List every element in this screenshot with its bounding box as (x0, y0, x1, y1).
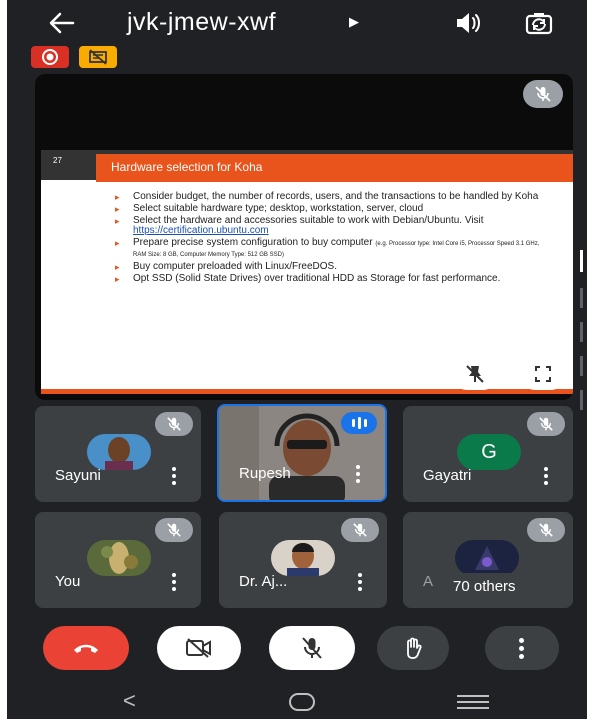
participant-tile-others[interactable]: A 70 others (403, 512, 573, 608)
slide-bullet: Prepare precise system configuration to … (113, 238, 553, 260)
presentation-tile[interactable]: 27 Hardware selection for Koha Consider … (35, 74, 573, 400)
meet-screen: jvk-jmew-xwf ▶ 27 Hardware selection for… (7, 0, 587, 719)
participant-name: Rupesh (239, 465, 291, 482)
camera-flip-icon[interactable] (523, 9, 555, 37)
no-capture-icon (79, 46, 117, 68)
participant-tile-gayatri[interactable]: G Gayatri (403, 406, 573, 502)
slide-title: Hardware selection for Koha (111, 160, 263, 174)
participant-name: Sayuni (55, 467, 101, 484)
mic-off-icon (341, 518, 379, 542)
mic-toggle-button[interactable] (269, 626, 355, 670)
participant-tile-dr-aj[interactable]: Dr. Aj... (219, 512, 387, 608)
slide-bullet: Select suitable hardware type; desktop, … (113, 204, 553, 215)
system-nav-bar: < (7, 686, 587, 719)
meeting-code-title[interactable]: jvk-jmew-xwf (127, 8, 276, 37)
video-off-icon (186, 638, 211, 658)
slide-bullet: Buy computer preloaded with Linux/FreeDO… (113, 262, 553, 273)
fullscreen-button[interactable] (519, 358, 567, 390)
more-vert-icon (519, 637, 525, 659)
slide-bullet: Opt SSD (Solid State Drives) over tradit… (113, 274, 553, 285)
unpin-button[interactable] (451, 358, 499, 390)
unpin-icon (466, 365, 484, 383)
avatar (271, 540, 335, 576)
participant-name: Gayatri (423, 467, 472, 484)
top-bar: jvk-jmew-xwf ▶ (7, 0, 587, 44)
participant-name-prefix: A (423, 573, 434, 590)
more-options-button[interactable] (485, 626, 559, 670)
mic-off-icon (155, 412, 193, 436)
mic-off-icon (527, 412, 565, 436)
more-vert-icon[interactable] (171, 573, 177, 591)
slide-footer-bar (41, 389, 573, 394)
hand-icon (407, 637, 422, 659)
record-icon (31, 46, 69, 68)
slide-bullet: Select the hardware and accessories suit… (113, 216, 553, 236)
raise-hand-button[interactable] (377, 626, 449, 670)
more-vert-icon[interactable] (171, 467, 177, 485)
scrollbar[interactable] (580, 250, 583, 430)
slide-number: 27 (53, 156, 62, 165)
presenting-label: Rupesh is presenting (57, 368, 208, 385)
shared-slide: 27 Hardware selection for Koha Consider … (41, 150, 573, 394)
speaker-icon[interactable] (453, 10, 483, 36)
avatar (455, 540, 519, 576)
more-vert-icon[interactable] (543, 467, 549, 485)
nav-home-icon[interactable] (289, 693, 315, 711)
mic-off-icon (527, 518, 565, 542)
mic-off-icon (523, 80, 563, 108)
more-vert-icon[interactable] (355, 465, 361, 483)
nav-recents-icon[interactable] (457, 695, 489, 709)
slide-bullet: Consider budget, the number of records, … (113, 192, 553, 203)
participant-tile-rupesh[interactable]: Rupesh (217, 404, 387, 502)
avatar (87, 540, 151, 576)
mic-off-icon (155, 518, 193, 542)
arrow-left-icon[interactable] (47, 10, 77, 36)
camera-toggle-button[interactable] (157, 626, 241, 670)
fullscreen-icon (535, 366, 551, 382)
end-call-button[interactable] (43, 626, 129, 670)
participant-name: You (55, 573, 81, 590)
slide-bullet-list: Consider budget, the number of records, … (113, 192, 553, 286)
slide-link: https://certification.ubuntu.com (133, 225, 269, 236)
participant-tile-sayuni[interactable]: Sayuni (35, 406, 201, 502)
nav-back-icon[interactable]: < (123, 688, 136, 714)
more-vert-icon[interactable] (357, 573, 363, 591)
others-count-label[interactable]: 70 others (441, 573, 528, 600)
phone-hangup-icon (74, 644, 98, 653)
avatar (87, 434, 151, 470)
participant-name: Dr. Aj... (239, 573, 288, 590)
speaking-indicator-icon (341, 412, 377, 434)
mic-off-icon (302, 637, 322, 659)
caret-right-icon[interactable]: ▶ (349, 14, 359, 30)
avatar-initial: G (481, 440, 497, 463)
participant-tile-you[interactable]: You (35, 512, 201, 608)
avatar: G (457, 434, 521, 470)
